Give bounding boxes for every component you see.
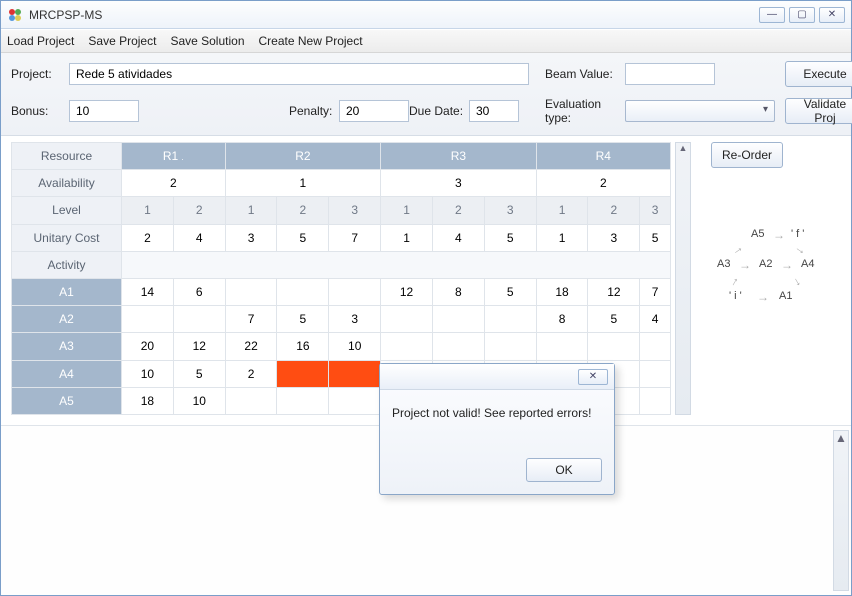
eval-label: Evaluation type: (545, 97, 625, 125)
node-a4: A4 (801, 258, 814, 270)
col-r3: R3 (381, 143, 536, 170)
arrow-icon: → (790, 272, 808, 289)
close-button[interactable]: ✕ (819, 7, 845, 23)
menu-save-solution[interactable]: Save Solution (170, 34, 244, 48)
right-pane: Re-Order A5 → ' f ' A3 A2 A4 → → → → ' i… (707, 142, 841, 415)
arrow-icon: → (728, 240, 746, 258)
node-a5: A5 (751, 228, 764, 240)
execute-button[interactable]: Execute (785, 61, 852, 87)
duedate-label: Due Date: (409, 104, 469, 118)
arrow-icon: → (792, 240, 810, 258)
reorder-button[interactable]: Re-Order (711, 142, 783, 168)
menu-save-project[interactable]: Save Project (88, 34, 156, 48)
validate-button[interactable]: Validate Proj (785, 98, 852, 124)
rowhead-level: Level (12, 197, 122, 224)
node-a2: A2 (759, 258, 772, 270)
node-i: ' i ' (729, 290, 742, 302)
node-a3: A3 (717, 258, 730, 270)
penalty-label: Penalty: (289, 104, 339, 118)
row-a3: A3 2012221610 (12, 333, 671, 360)
rowhead-availability: Availability (12, 170, 122, 197)
bottom-scrollbar[interactable]: ▲ (833, 430, 849, 591)
duedate-input[interactable] (469, 100, 519, 122)
project-label: Project: (11, 67, 69, 81)
col-r2: R2 (225, 143, 380, 170)
col-r4: R4 (536, 143, 670, 170)
project-input[interactable] (69, 63, 529, 85)
rowhead-ucost: Unitary Cost (12, 224, 122, 251)
maximize-button[interactable]: ▢ (789, 7, 815, 23)
dialog-titlebar: ✕ (380, 364, 614, 390)
rowhead-activity: Activity (12, 251, 122, 278)
app-icon (7, 7, 23, 23)
node-f: ' f ' (791, 228, 804, 240)
eval-combo[interactable] (625, 100, 775, 122)
dialog-ok-button[interactable]: OK (526, 458, 602, 482)
dialog-message: Project not valid! See reported errors! (380, 390, 614, 450)
penalty-input[interactable] (339, 100, 409, 122)
menu-create-new-project[interactable]: Create New Project (259, 34, 363, 48)
bonus-input[interactable] (69, 100, 139, 122)
window-title: MRCPSP-MS (29, 8, 102, 22)
node-a1: A1 (779, 290, 792, 302)
precedence-graph: A5 → ' f ' A3 A2 A4 → → → → ' i ' → A1 →… (707, 228, 841, 368)
menubar: Load Project Save Project Save Solution … (1, 29, 851, 53)
row-a2: A2 753854 (12, 306, 671, 333)
arrow-icon: → (739, 258, 751, 272)
beam-label: Beam Value: (545, 67, 625, 81)
app-window: MRCPSP-MS — ▢ ✕ Load Project Save Projec… (0, 0, 852, 596)
titlebar: MRCPSP-MS — ▢ ✕ (1, 1, 851, 29)
arrow-icon: → (773, 228, 785, 242)
minimize-button[interactable]: — (759, 7, 785, 23)
row-a1: A1 146128518127 (12, 278, 671, 305)
dialog-close-button[interactable]: ✕ (578, 369, 608, 385)
col-r1: R1 . (122, 143, 226, 170)
rowhead-resource: Resource (12, 143, 122, 170)
error-dialog: ✕ Project not valid! See reported errors… (379, 363, 615, 495)
arrow-icon: → (724, 272, 742, 289)
window-controls: — ▢ ✕ (759, 7, 845, 23)
arrow-icon: → (757, 290, 769, 304)
arrow-icon: → (781, 258, 793, 272)
toolbar: Project: Beam Value: Execute Bonus: Pena… (1, 53, 851, 136)
menu-load-project[interactable]: Load Project (7, 34, 74, 48)
bonus-label: Bonus: (11, 104, 69, 118)
beam-input[interactable] (625, 63, 715, 85)
grid-scrollbar[interactable]: ▲ (675, 142, 691, 415)
